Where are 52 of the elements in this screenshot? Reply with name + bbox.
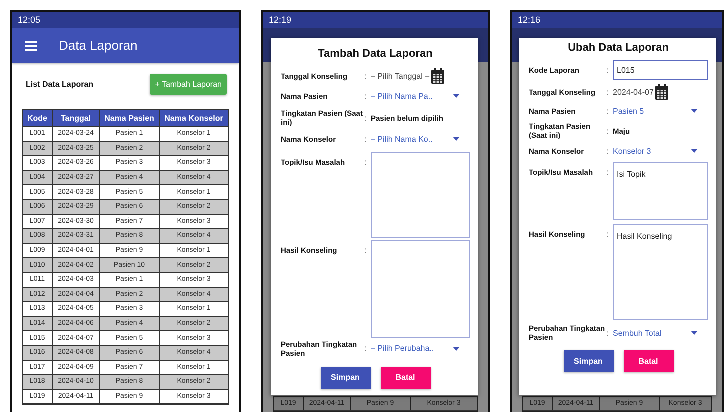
colon-separator: : <box>607 167 610 177</box>
section-heading: List Data Laporan <box>26 80 94 88</box>
status-time: 12:16 <box>518 15 541 25</box>
dialog-title: Tambah Data Laporan <box>317 48 434 60</box>
status-time: 12:19 <box>269 15 292 25</box>
dialog-title: Ubah Data Laporan <box>567 42 670 54</box>
colon-separator: : <box>365 245 368 256</box>
calendar-icon <box>430 68 445 84</box>
colon-separator: : <box>365 344 368 354</box>
column-header: Tanggal <box>53 110 100 126</box>
save-button[interactable]: Simpan <box>564 350 614 372</box>
dropdown-field[interactable]: – Pilih Nama Pa.. <box>371 89 470 104</box>
text-area[interactable] <box>371 240 470 338</box>
colon-separator: : <box>607 328 610 338</box>
date-picker-field[interactable]: – Pilih Tanggal – <box>371 72 430 80</box>
colon-separator: : <box>607 88 610 96</box>
dropdown-caret-icon <box>691 331 698 335</box>
calendar-icon <box>654 84 669 100</box>
colon-separator: : <box>365 114 368 123</box>
dropdown-field[interactable]: Pasien 5 <box>613 104 708 118</box>
colon-separator: : <box>607 229 610 239</box>
colon-separator: : <box>607 126 610 136</box>
cancel-button[interactable]: Batal <box>624 350 674 372</box>
colon-separator: : <box>365 157 368 168</box>
input-field[interactable]: L015 <box>613 60 708 80</box>
colon-separator: : <box>607 66 610 74</box>
save-button[interactable]: Simpan <box>320 366 370 389</box>
dropdown-caret-icon <box>691 109 698 113</box>
dropdown-field[interactable]: Sembuh Total <box>613 326 708 340</box>
text-area[interactable] <box>371 152 470 238</box>
dropdown-field[interactable]: – Pilih Perubaha.. <box>371 342 470 356</box>
dropdown-caret-icon <box>453 94 460 98</box>
dropdown-caret-icon <box>453 346 460 351</box>
dropdown-field[interactable]: Konselor 3 <box>613 144 708 158</box>
colon-separator: : <box>365 72 368 80</box>
colon-separator: : <box>607 106 610 116</box>
column-header: Nama Pasien <box>100 110 160 126</box>
menu-icon <box>25 40 37 50</box>
dropdown-caret-icon <box>453 137 460 142</box>
cancel-button[interactable]: Batal <box>380 366 430 389</box>
colon-separator: : <box>365 92 368 101</box>
app-bar-title: Data Laporan <box>59 38 138 53</box>
column-header: Nama Konselor <box>164 112 224 124</box>
date-picker-field[interactable]: 2024-04-07 <box>613 88 654 96</box>
column-header: Kode <box>23 110 53 126</box>
text-area[interactable]: Isi Topik <box>613 162 708 220</box>
colon-separator: : <box>607 146 610 156</box>
dropdown-caret-icon <box>691 149 698 153</box>
dropdown-field[interactable]: – Pilih Nama Ko.. <box>371 132 470 146</box>
colon-separator: : <box>365 134 368 144</box>
text-area[interactable]: Hasil Konseling <box>613 224 708 320</box>
status-time: 12:05 <box>18 15 41 25</box>
